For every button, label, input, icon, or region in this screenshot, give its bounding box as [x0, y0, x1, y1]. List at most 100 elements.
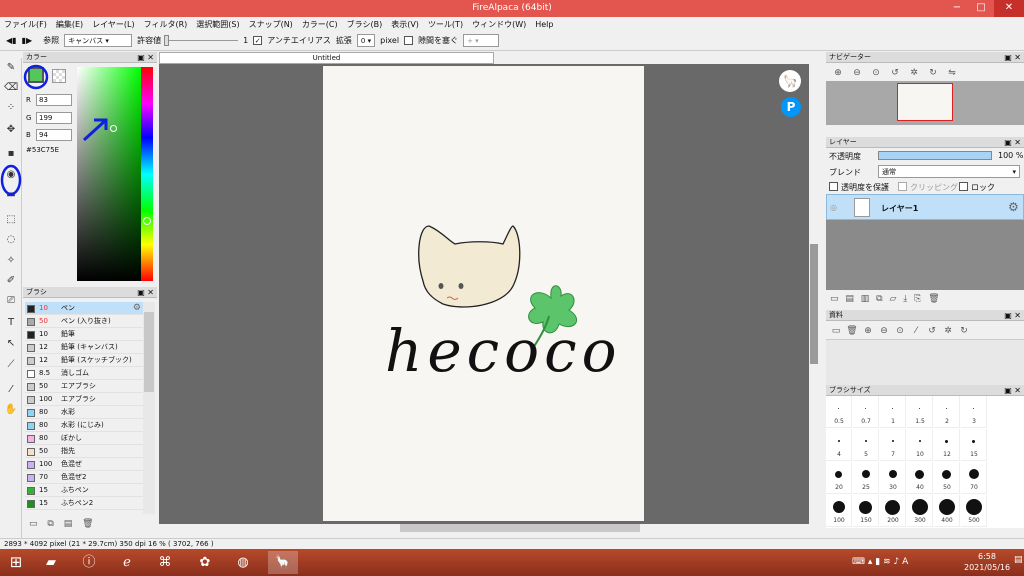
zoom-in-icon[interactable]: ⊕ [862, 325, 874, 337]
brush-item[interactable]: 80 ぼかし [25, 432, 143, 445]
menu-filter[interactable]: フィルタ(R) [144, 19, 188, 30]
eye-icon[interactable]: ◎ [830, 203, 837, 212]
expand-select[interactable]: 0 ▾ [356, 34, 376, 47]
menu-brush[interactable]: ブラシ(B) [347, 19, 383, 30]
gap-select[interactable]: + ▾ [463, 34, 500, 47]
new-1bit-layer-icon[interactable]: ▥ [861, 294, 870, 304]
menu-window[interactable]: ウィンドウ(W) [472, 19, 526, 30]
g-input[interactable]: 199 [36, 112, 72, 124]
brush-size-cell[interactable]: 1.5 [907, 396, 933, 428]
brush-size-cell[interactable]: 150 [853, 495, 879, 527]
paint-icon[interactable]: ✿ [190, 551, 220, 574]
panel-close-icon[interactable]: ▣ ✕ [137, 52, 154, 63]
zoom-out-icon[interactable]: ⊖ [878, 325, 890, 337]
panel-close-icon[interactable]: ▣ ✕ [1004, 385, 1021, 396]
brush-size-cell[interactable]: 300 [907, 495, 933, 527]
brush-item[interactable]: 80 水彩 [25, 406, 143, 419]
panel-close-icon[interactable]: ▣ ✕ [1004, 310, 1021, 321]
brush-item[interactable]: 10 ペン ⚙ [25, 302, 143, 315]
brush-size-cell[interactable]: 2 [934, 396, 960, 428]
brush-size-cell[interactable]: 4 [826, 429, 852, 461]
brush-size-cell[interactable]: 15 [961, 429, 987, 461]
network-icon[interactable]: ≋ [883, 557, 891, 567]
ime-icon[interactable]: A [902, 557, 908, 567]
tolerance-slider[interactable] [164, 34, 239, 48]
new-8bit-layer-icon[interactable]: ▤ [845, 294, 854, 304]
operation-tool-icon[interactable]: ↖ [4, 337, 18, 351]
pen-tool-icon[interactable]: ✎ [4, 61, 18, 75]
maximize-button[interactable]: □ [970, 0, 992, 17]
firealpaca-taskbar-icon[interactable]: 🦙 [268, 551, 298, 574]
start-icon[interactable]: ⊞ [0, 551, 32, 574]
zoom-out-icon[interactable]: ⊖ [851, 67, 863, 79]
copy-brush-icon[interactable]: ⧉ [47, 519, 53, 529]
brush-size-cell[interactable]: 400 [934, 495, 960, 527]
fill-rect-icon[interactable]: ▪ [4, 147, 18, 161]
brush-size-cell[interactable]: 200 [880, 495, 906, 527]
dots-tool-icon[interactable]: ⁘ [4, 101, 18, 115]
new-brush-icon[interactable]: ▭ [29, 519, 38, 529]
menu-snap[interactable]: スナップ(N) [249, 19, 293, 30]
menu-view[interactable]: 表示(V) [391, 19, 419, 30]
brush-item[interactable]: 80 水彩 (にじみ) [25, 419, 143, 432]
brush-item[interactable]: 100 色混ぜ [25, 458, 143, 471]
brush-size-cell[interactable]: 500 [961, 495, 987, 527]
close-button[interactable]: ✕ [994, 0, 1024, 17]
keyboard-icon[interactable]: ⌨ [852, 557, 865, 567]
canvas-vscroll[interactable] [810, 244, 818, 364]
brush-size-cell[interactable]: 0.7 [853, 396, 879, 428]
tolerance-slider-handle[interactable] [164, 34, 170, 46]
blend-select[interactable]: 通常 ▾ [878, 165, 1020, 178]
rotate-left-icon[interactable]: ↺ [926, 325, 938, 337]
brush-size-cell[interactable]: 50 [934, 462, 960, 494]
select-pen-icon[interactable]: ✐ [4, 274, 18, 288]
folder-layer-icon[interactable]: ▱ [889, 294, 896, 304]
b-input[interactable]: 94 [36, 129, 72, 141]
notification-icon[interactable]: ▤ [1014, 555, 1023, 565]
brush-item[interactable]: 70 色混ぜ2 [25, 471, 143, 484]
pixiv-icon[interactable]: P [781, 97, 801, 117]
opacity-slider[interactable] [878, 151, 992, 160]
move-tool-icon[interactable]: ✥ [4, 123, 18, 137]
flip-icon[interactable]: ⇋ [946, 67, 958, 79]
hue-cursor[interactable] [143, 217, 151, 225]
brush-size-cell[interactable]: 30 [880, 462, 906, 494]
prev-icon[interactable]: ◀▮ [6, 36, 17, 45]
brush-size-cell[interactable]: 20 [826, 462, 852, 494]
brush-size-cell[interactable]: 100 [826, 495, 852, 527]
delete-brush-icon[interactable]: 🗑 [82, 519, 93, 529]
brush-item[interactable]: 15 ふちペン [25, 484, 143, 497]
delete-layer-icon[interactable]: 🗑 [928, 294, 939, 304]
navigator-view-rect[interactable] [897, 83, 953, 121]
brush-size-cell[interactable]: 70 [961, 462, 987, 494]
info-icon[interactable]: ⓘ [74, 551, 104, 574]
brush-item[interactable]: 100 エアブラシ [25, 393, 143, 406]
brush-size-cell[interactable]: 40 [907, 462, 933, 494]
explorer-icon[interactable]: ▰ [36, 551, 66, 574]
tab-untitled[interactable]: Untitled [159, 52, 494, 64]
brush-item[interactable]: 15 ふちペン2 [25, 497, 143, 510]
brush-item[interactable]: 50 エアブラシ [25, 380, 143, 393]
clear-layer-icon[interactable]: ⎘ [914, 294, 921, 304]
brush-item[interactable]: 50 ペン (入り抜き) [25, 315, 143, 328]
brush-scrollbar[interactable] [143, 302, 155, 514]
zoom-fit-icon[interactable]: ⊙ [894, 325, 906, 337]
ie-icon[interactable]: ℯ [112, 551, 142, 574]
clock[interactable]: 6:58 2021/05/16 [964, 551, 1010, 573]
material-area[interactable] [826, 339, 1024, 385]
brush-scroll-thumb[interactable] [144, 312, 154, 392]
brush-size-cell[interactable]: 1 [880, 396, 906, 428]
brush-item[interactable]: 12 鉛筆 (キャンバス) [25, 341, 143, 354]
text-tool-icon[interactable]: T [4, 316, 18, 330]
r-input[interactable]: 83 [36, 94, 72, 106]
rotate-reset-icon[interactable]: ✲ [942, 325, 954, 337]
folder-brush-icon[interactable]: ▤ [64, 519, 73, 529]
menu-tool[interactable]: ツール(T) [428, 19, 463, 30]
brush-size-cell[interactable]: 25 [853, 462, 879, 494]
brush-item[interactable]: 12 鉛筆 (スケッチブック) [25, 354, 143, 367]
menu-color[interactable]: カラー(C) [302, 19, 338, 30]
menu-select[interactable]: 選択範囲(S) [196, 19, 239, 30]
lasso-tool-icon[interactable]: ◌ [4, 233, 18, 247]
merge-layer-icon[interactable]: ⤓ [903, 294, 907, 304]
next-icon[interactable]: ▮▶ [22, 36, 33, 45]
